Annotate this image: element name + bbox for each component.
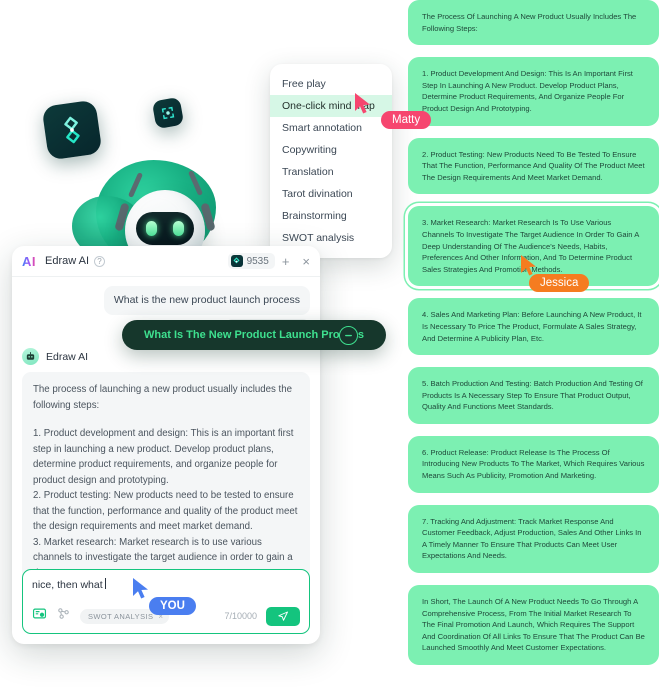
send-button[interactable] [266, 606, 300, 626]
card-text: The Process Of Launching A New Product U… [422, 12, 637, 33]
app-tile-icon [41, 99, 103, 161]
ai-response-body: 1. Product development and design: This … [33, 428, 298, 579]
user-message-bubble: What is the new product launch process [103, 286, 310, 315]
add-credits-button[interactable]: + [275, 254, 297, 269]
menu-item-label: Translation [282, 166, 334, 178]
cursor-matty: Matty [353, 92, 432, 129]
header-actions: 9535 + × [227, 253, 312, 269]
menu-item-copywriting[interactable]: Copywriting [270, 139, 392, 161]
cursor-pointer-icon [355, 93, 370, 114]
chat-window-header: AI Edraw AI ? 9535 + × [12, 246, 320, 277]
mindmap-icon[interactable] [32, 606, 47, 626]
card-text: 1. Product Development And Design: This … [422, 69, 633, 113]
edraw-ai-logo: AI [22, 253, 36, 269]
cursor-you: YOU [131, 577, 196, 615]
card-text: 7. Tracking And Adjustment: Track Market… [422, 516, 642, 561]
diamond-logo-icon [233, 256, 240, 263]
ai-sender-name: Edraw AI [46, 350, 89, 363]
robot-eye-right [173, 221, 184, 236]
message-input-value[interactable]: nice, then what [32, 579, 103, 591]
edraw-ai-chat-window: AI Edraw AI ? 9535 + × What is the new p… [12, 246, 320, 644]
screenshot-root: Free play One-click mind map Smart annot… [0, 0, 659, 693]
menu-item-label: Tarot divination [282, 188, 353, 200]
menu-item-brainstorming[interactable]: Brainstorming [270, 205, 392, 227]
cursor-label: YOU [149, 597, 196, 615]
robot-visor [136, 212, 194, 245]
cursor-pointer-icon [133, 578, 148, 599]
menu-item-translation[interactable]: Translation [270, 161, 392, 183]
menu-item-label: Brainstorming [282, 210, 347, 222]
diamond-logo-icon [64, 116, 80, 144]
mindmap-card[interactable]: In Short, The Launch Of A New Product Ne… [408, 585, 659, 665]
menu-item-smart-annotation[interactable]: Smart annotation [270, 117, 392, 139]
card-text: In Short, The Launch Of A New Product Ne… [422, 597, 645, 653]
help-icon[interactable]: ? [94, 255, 106, 267]
mindmap-card[interactable]: 7. Tracking And Adjustment: Track Market… [408, 504, 659, 574]
credits-badge[interactable]: 9535 [227, 253, 275, 269]
mindmap-card[interactable]: The Process Of Launching A New Product U… [408, 0, 659, 46]
card-text: 2. Product Testing: New Products Need To… [422, 149, 645, 182]
ai-response-bubble: The process of launching a new product u… [22, 372, 310, 591]
swot-chip-label: SWOT ANALYSIS [88, 611, 154, 621]
close-window-button[interactable]: × [296, 254, 312, 269]
suggestion-pill-label: What Is The New Product Launch Process [144, 329, 365, 341]
menu-item-tarot-divination[interactable]: Tarot divination [270, 183, 392, 205]
ai-avatar [22, 348, 39, 365]
robot-icon [26, 352, 35, 360]
character-counter: 7/10000 [224, 611, 257, 621]
mindmap-card[interactable]: 2. Product Testing: New Products Need To… [408, 137, 659, 195]
menu-item-label: Copywriting [282, 144, 337, 156]
menu-item-one-click-mind-map[interactable]: One-click mind map [270, 95, 392, 117]
cursor-jessica: Jessica [519, 254, 590, 292]
card-text: 4. Sales And Marketing Plan: Before Laun… [422, 310, 642, 343]
mindmap-card[interactable]: 1. Product Development And Design: This … [408, 57, 659, 126]
app-title: Edraw AI [45, 255, 90, 267]
card-text: 5. Batch Production And Testing: Batch P… [422, 379, 643, 412]
app-tile-icon-small [151, 96, 185, 130]
mindmap-card[interactable]: 4. Sales And Marketing Plan: Before Laun… [408, 298, 659, 356]
card-text: 6. Product Release: Product Release Is T… [422, 447, 645, 481]
menu-item-label: Free play [282, 78, 326, 90]
mindmap-card[interactable]: 6. Product Release: Product Release Is T… [408, 435, 659, 493]
node-graph-icon[interactable] [56, 606, 71, 626]
minus-icon[interactable] [339, 326, 358, 345]
user-message-row: What is the new product launch process [22, 286, 310, 315]
cursor-label: Matty [381, 111, 432, 129]
menu-item-label: Smart annotation [282, 122, 362, 134]
robot-eye-left [146, 221, 157, 236]
feature-dropdown-menu[interactable]: Free play One-click mind map Smart annot… [270, 64, 392, 258]
text-caret [104, 578, 106, 589]
menu-item-free-play[interactable]: Free play [270, 73, 392, 95]
mindmap-card[interactable]: 5. Batch Production And Testing: Batch P… [408, 367, 659, 424]
mindmap-card-column: The Process Of Launching A New Product U… [408, 0, 659, 677]
scan-icon [161, 106, 175, 120]
cursor-label: Jessica [529, 274, 590, 292]
menu-item-label: SWOT analysis [282, 232, 355, 244]
ai-response-intro: The process of launching a new product u… [33, 384, 293, 411]
ai-sender-row: Edraw AI [22, 348, 310, 365]
credits-count: 9535 [246, 255, 269, 267]
credit-coin-icon [230, 255, 243, 267]
